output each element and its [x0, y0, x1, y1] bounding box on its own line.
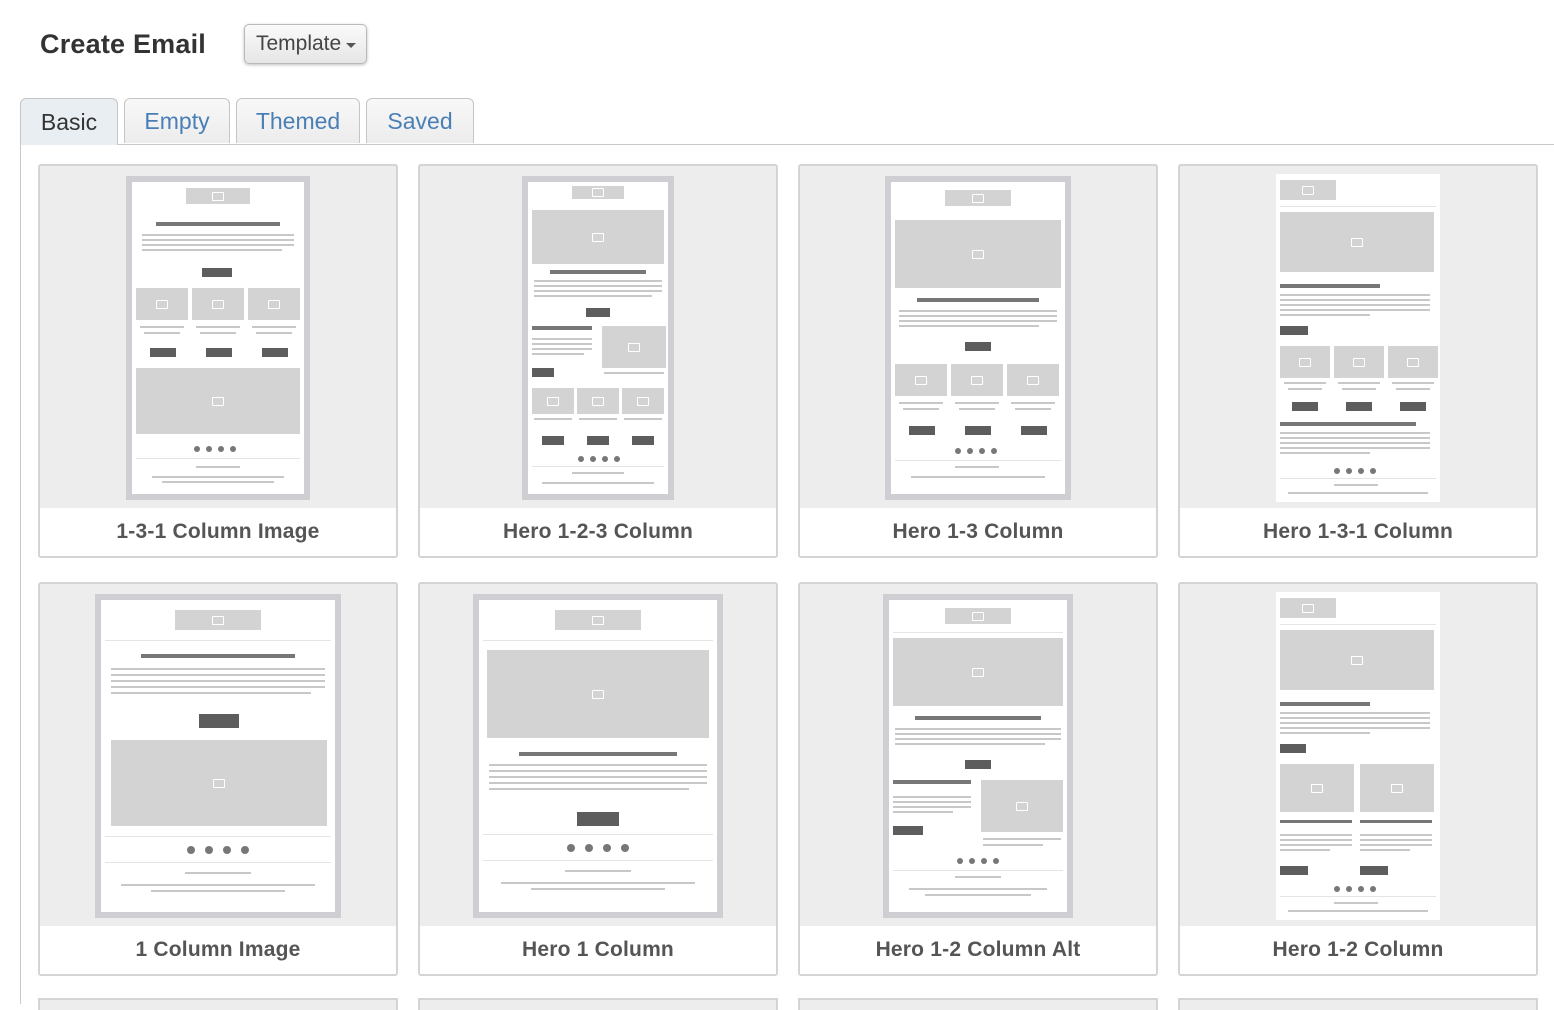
template-card-title: Hero 1-2 Column Alt — [800, 926, 1156, 974]
template-card-hero-1-2-column-alt[interactable]: Hero 1-2 Column Alt — [798, 582, 1158, 976]
template-card-partial[interactable] — [798, 998, 1158, 1010]
template-card-hero-1-column[interactable]: Hero 1 Column — [418, 582, 778, 976]
tab-basic[interactable]: Basic — [20, 98, 118, 145]
template-thumbnail — [1276, 592, 1440, 920]
template-card-title: Hero 1-3-1 Column — [1180, 508, 1536, 556]
tab-empty[interactable]: Empty — [124, 98, 230, 143]
template-card-1-column-image[interactable]: 1 Column Image — [38, 582, 398, 976]
template-card-partial[interactable] — [1178, 998, 1538, 1010]
caret-down-icon — [346, 42, 357, 48]
template-dropdown-label: Template — [255, 32, 342, 55]
content-left-border — [20, 144, 21, 1004]
tab-saved[interactable]: Saved — [366, 98, 474, 143]
template-card-partial[interactable] — [38, 998, 398, 1010]
template-thumbnail — [522, 176, 674, 500]
template-card-title: Hero 1 Column — [420, 926, 776, 974]
template-card-1-3-1-column-image[interactable]: 1-3-1 Column Image — [38, 164, 398, 558]
template-card-hero-1-2-column[interactable]: Hero 1-2 Column — [1178, 582, 1538, 976]
template-thumbnail — [883, 594, 1073, 918]
template-card-title: Hero 1-2-3 Column — [420, 508, 776, 556]
tab-themed[interactable]: Themed — [236, 98, 360, 143]
page-title: Create Email — [40, 28, 206, 59]
template-thumbnail — [885, 176, 1071, 500]
template-card-title: Hero 1-2 Column — [1180, 926, 1536, 974]
template-thumbnail — [126, 176, 310, 500]
template-card-title: Hero 1-3 Column — [800, 508, 1156, 556]
template-dropdown-button[interactable]: Template — [243, 24, 368, 64]
template-card-title: 1 Column Image — [40, 926, 396, 974]
image-placeholder-icon — [186, 188, 250, 204]
template-thumbnail — [95, 594, 341, 918]
template-card-title: 1-3-1 Column Image — [40, 508, 396, 556]
template-card-hero-1-3-column[interactable]: Hero 1-3 Column — [798, 164, 1158, 558]
page-header: Create Email Template — [40, 22, 368, 66]
template-thumbnail — [1276, 174, 1440, 502]
template-thumbnail — [473, 594, 723, 918]
template-card-hero-1-2-3-column[interactable]: Hero 1-2-3 Column — [418, 164, 778, 558]
template-card-hero-1-3-1-column[interactable]: Hero 1-3-1 Column — [1178, 164, 1538, 558]
template-tabs: Basic Empty Themed Saved — [20, 98, 1554, 145]
template-card-partial[interactable] — [418, 998, 778, 1010]
